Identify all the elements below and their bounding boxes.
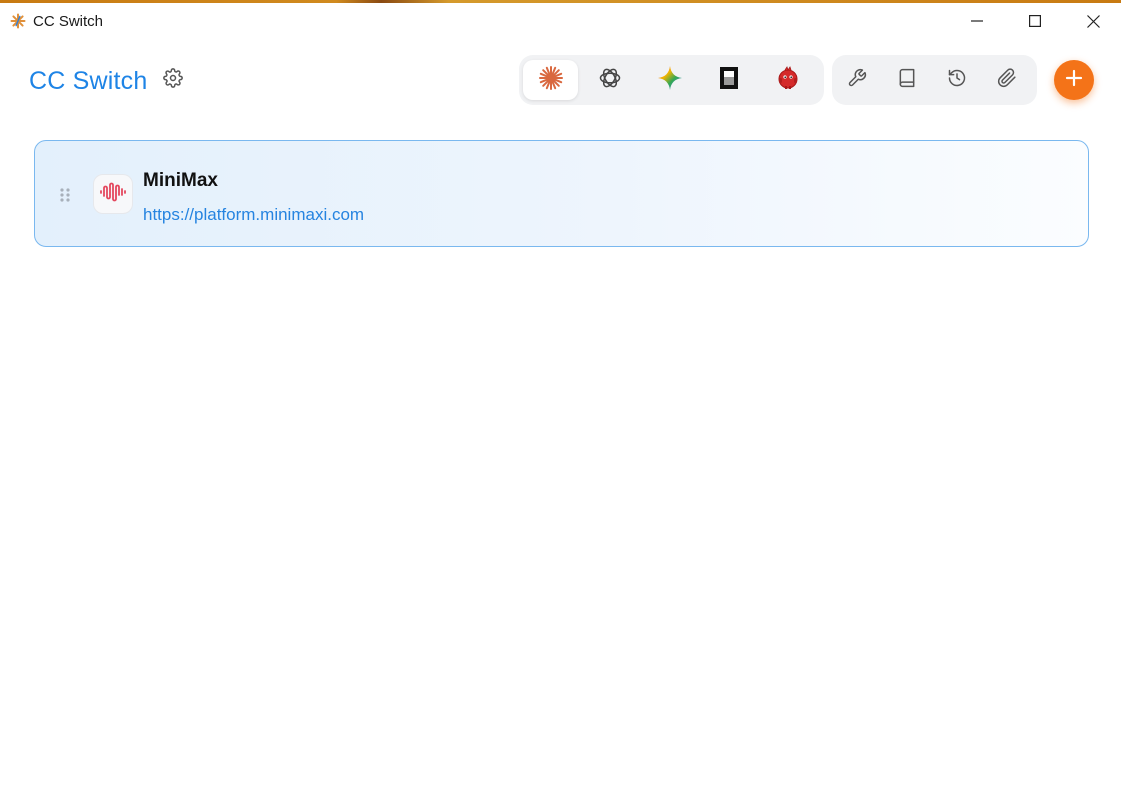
provider-url-link[interactable]: https://platform.minimaxi.com [143, 205, 364, 225]
red-bird-icon [775, 65, 801, 96]
provider-card[interactable]: MiniMax https://platform.minimaxi.com [34, 140, 1089, 247]
close-icon [1086, 14, 1100, 28]
app-header: CC Switch [0, 39, 1121, 123]
gemini-sparkle-icon [657, 65, 683, 96]
wrench-icon [847, 68, 867, 93]
app-icon [10, 13, 26, 29]
maximize-button[interactable] [1006, 3, 1064, 39]
tools-button[interactable] [832, 60, 882, 100]
brand-title: CC Switch [29, 67, 148, 95]
attachments-button[interactable] [982, 60, 1032, 100]
tab-claude[interactable] [523, 60, 579, 100]
history-button[interactable] [932, 60, 982, 100]
openai-knot-icon [598, 66, 622, 95]
docs-button[interactable] [882, 60, 932, 100]
claude-starburst-icon [538, 65, 564, 96]
drag-handle-icon[interactable] [59, 187, 71, 203]
tab-red-bird[interactable] [761, 60, 816, 100]
plus-icon [1065, 69, 1083, 92]
tab-openai[interactable] [582, 60, 637, 100]
minimize-icon [971, 15, 983, 27]
minimax-wave-icon [100, 181, 126, 208]
tab-gemini[interactable] [642, 60, 697, 100]
close-button[interactable] [1064, 3, 1121, 39]
history-icon [947, 68, 967, 93]
tab-opencode[interactable] [701, 60, 756, 100]
tools-bar [832, 55, 1037, 105]
paperclip-icon [997, 67, 1017, 93]
minimize-button[interactable] [948, 3, 1006, 39]
provider-logo [93, 174, 133, 214]
provider-name: MiniMax [143, 170, 218, 191]
gear-icon [163, 67, 183, 93]
add-provider-button[interactable] [1054, 60, 1094, 100]
window-title: CC Switch [33, 13, 104, 30]
book-icon [897, 68, 917, 93]
app-switcher [519, 55, 824, 105]
maximize-icon [1029, 15, 1041, 27]
window-titlebar: CC Switch [0, 3, 1121, 39]
opencode-square-icon [719, 66, 739, 95]
settings-button[interactable] [160, 67, 186, 93]
